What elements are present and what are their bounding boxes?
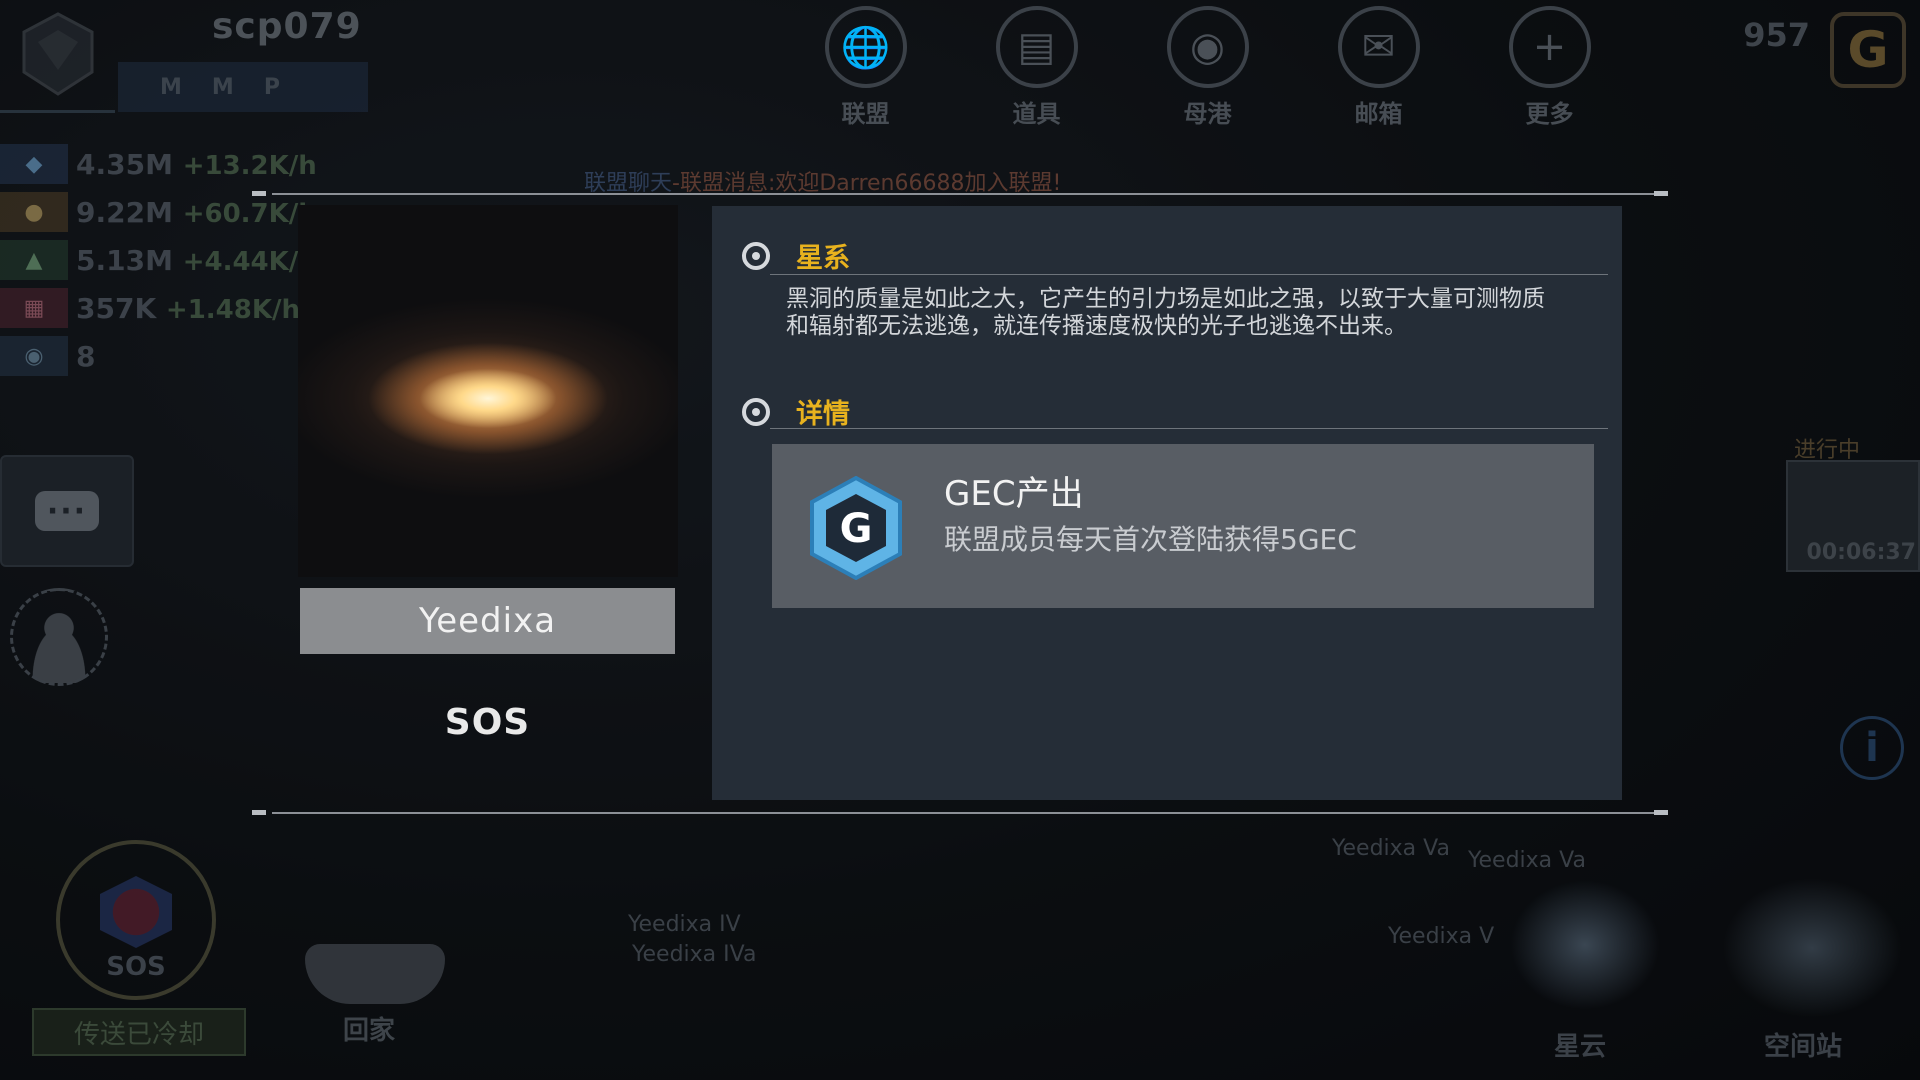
nebula-button[interactable] bbox=[1510, 880, 1660, 1010]
currency-amount[interactable]: 957 bbox=[1743, 16, 1810, 54]
space-station-label: 空间站 bbox=[1764, 1032, 1843, 1062]
nav-more-button[interactable]: + 更多 bbox=[1464, 0, 1635, 129]
resource-amount: 8 bbox=[76, 339, 96, 373]
section-divider bbox=[770, 428, 1608, 429]
nav-mail-button[interactable]: ✉ 邮箱 bbox=[1293, 0, 1464, 129]
section-divider bbox=[770, 274, 1608, 275]
resource-rate: +4.44K/h bbox=[182, 246, 317, 277]
planet-status: SOS bbox=[444, 702, 531, 743]
map-planet-label[interactable]: Yeedixa Va bbox=[1332, 836, 1450, 861]
top-navigation: 🌐 联盟 ▤ 道具 ◉ 母港 ✉ 邮箱 + 更多 bbox=[780, 0, 1635, 129]
home-button[interactable] bbox=[300, 884, 450, 1004]
divider bbox=[0, 110, 115, 113]
frame-cap bbox=[1654, 810, 1668, 815]
mail-icon: ✉ bbox=[1337, 6, 1420, 88]
nav-label: 更多 bbox=[1525, 100, 1574, 128]
section-title: 星系 bbox=[796, 243, 850, 274]
helmet-icon: ◉ bbox=[1166, 6, 1249, 88]
planet-info-panel: 星系 黑洞的质量是如此之大，它产生的引力场是如此之强，以致于大量可测物质和辐射都… bbox=[712, 206, 1622, 800]
alloy-icon: ▦ bbox=[0, 288, 68, 328]
section-title: 详情 bbox=[796, 399, 850, 430]
detail-section-header: 详情 bbox=[742, 392, 850, 431]
resource-rate: +13.2K/h bbox=[182, 150, 317, 181]
resource-rate: +60.7K/h bbox=[182, 198, 317, 229]
rank-badge: M bbox=[211, 74, 234, 100]
planet-name-plate: Yeedixa bbox=[300, 588, 675, 654]
nav-label: 联盟 bbox=[841, 100, 890, 128]
player-name[interactable]: scp079 bbox=[212, 6, 362, 47]
nav-label: 邮箱 bbox=[1354, 100, 1403, 128]
resource-row[interactable]: ◉ 8 bbox=[0, 332, 340, 380]
resource-amount: 9.22M bbox=[76, 195, 173, 229]
inventory-icon: ▤ bbox=[995, 6, 1078, 88]
resource-panel[interactable]: ◆ 4.35M +13.2K/h ● 9.22M +60.7K/h ▲ 5.13… bbox=[0, 140, 340, 380]
map-planet-label[interactable]: Yeedixa IV bbox=[628, 912, 741, 937]
section-icon bbox=[742, 397, 770, 426]
sos-button[interactable]: SOS bbox=[56, 840, 216, 1000]
galaxy-section-header: 星系 bbox=[742, 236, 850, 275]
rank-badges[interactable]: M M P bbox=[118, 62, 368, 112]
nav-label: 道具 bbox=[1012, 100, 1061, 128]
globe-icon: 🌐 bbox=[824, 6, 907, 88]
rank-badge: M bbox=[160, 74, 182, 100]
info-icon[interactable]: i bbox=[1840, 716, 1904, 780]
galaxy-description: 黑洞的质量是如此之大，它产生的引力场是如此之强，以致于大量可测物质和辐射都无法逃… bbox=[786, 286, 1545, 339]
gec-hex-icon: G bbox=[810, 476, 902, 580]
gec-card-title: GEC产出 bbox=[944, 474, 1084, 514]
nav-alliance-button[interactable]: 🌐 联盟 bbox=[780, 0, 951, 129]
gas-icon: ● bbox=[0, 192, 68, 232]
resource-row[interactable]: ▦ 357K +1.48K/h bbox=[0, 284, 340, 332]
space-station-button[interactable] bbox=[1722, 878, 1902, 1018]
svg-text:G: G bbox=[840, 506, 873, 552]
nav-items-button[interactable]: ▤ 道具 bbox=[951, 0, 1122, 129]
home-label: 回家 bbox=[343, 1016, 396, 1046]
resource-row[interactable]: ● 9.22M +60.7K/h bbox=[0, 188, 340, 236]
crystal-icon: ▲ bbox=[0, 240, 68, 280]
map-planet-label[interactable]: Yeedixa V bbox=[1388, 924, 1494, 949]
resource-amount: 357K bbox=[76, 291, 157, 325]
frame-cap bbox=[252, 810, 266, 815]
gec-card-description: 联盟成员每天首次登陆获得5GEC bbox=[944, 523, 1357, 556]
plus-icon: + bbox=[1508, 6, 1591, 88]
nav-homeport-button[interactable]: ◉ 母港 bbox=[1122, 0, 1293, 129]
map-planet-label[interactable]: Yeedixa Va bbox=[1468, 848, 1586, 873]
map-planet-label[interactable]: Yeedixa IVa bbox=[632, 942, 756, 967]
frame-cap bbox=[1654, 191, 1668, 196]
resource-row[interactable]: ▲ 5.13M +4.44K/h bbox=[0, 236, 340, 284]
dialog-bottom-border bbox=[272, 812, 1654, 814]
teleport-cooldown-button[interactable]: 传送已冷却 bbox=[32, 1008, 246, 1056]
resource-amount: 4.35M bbox=[76, 147, 173, 181]
resource-amount: 5.13M bbox=[76, 243, 173, 277]
nav-label: 母港 bbox=[1183, 100, 1232, 128]
avatar[interactable] bbox=[10, 588, 108, 686]
chat-button[interactable]: ··· bbox=[0, 455, 134, 567]
player-emblem-icon[interactable] bbox=[22, 12, 94, 96]
sos-label: SOS bbox=[106, 952, 166, 982]
gec-reward-card: G GEC产出 联盟成员每天首次登陆获得5GEC bbox=[772, 444, 1594, 608]
gec-logo-icon[interactable]: G bbox=[1830, 12, 1906, 88]
section-icon bbox=[742, 241, 770, 270]
rank-badge: P bbox=[263, 74, 280, 100]
task-timer: 00:06:37 bbox=[1806, 540, 1916, 565]
eye-icon: ◉ bbox=[0, 336, 68, 376]
ore-icon: ◆ bbox=[0, 144, 68, 184]
planet-name: Yeedixa bbox=[418, 601, 557, 641]
sos-emblem-icon bbox=[100, 876, 172, 948]
resource-row[interactable]: ◆ 4.35M +13.2K/h bbox=[0, 140, 340, 188]
nebula-label: 星云 bbox=[1554, 1032, 1607, 1062]
dialog-top-border bbox=[272, 193, 1654, 195]
chat-bubble-icon: ··· bbox=[35, 491, 99, 531]
ship-icon bbox=[305, 944, 445, 1004]
frame-cap bbox=[252, 191, 266, 196]
planet-image bbox=[298, 205, 678, 577]
resource-rate: +1.48K/h bbox=[165, 294, 300, 325]
